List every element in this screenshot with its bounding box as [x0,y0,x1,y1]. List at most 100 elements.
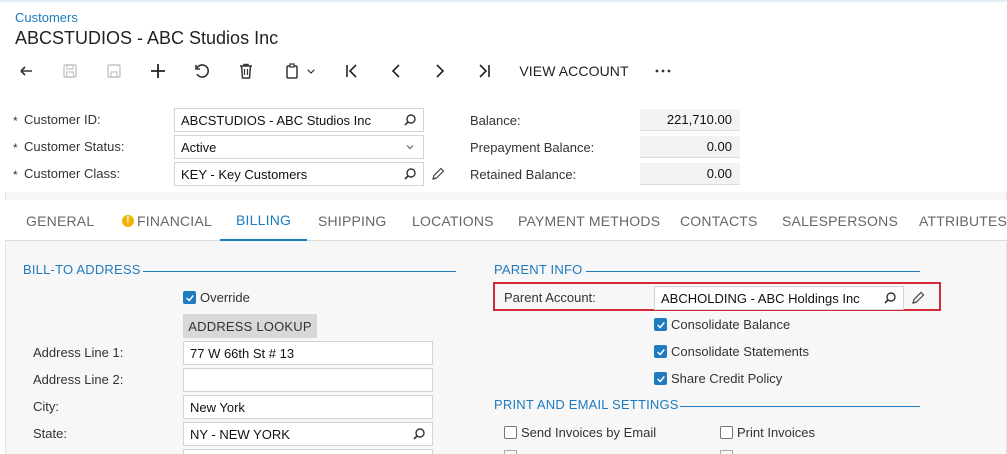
customer-id-value: ABCSTUDIOS - ABC Studios Inc [181,112,372,128]
tab-contacts[interactable]: CONTACTS [680,200,758,241]
balance-label: Balance: [470,113,521,128]
consolidate-statements-label: Consolidate Statements [671,344,810,359]
partial-checkbox[interactable] [504,450,517,454]
override-checkbox[interactable]: Override [183,290,250,305]
breadcrumb[interactable]: Customers [15,10,78,25]
more-button[interactable] [650,57,676,85]
tab-general[interactable]: GENERAL [26,200,94,241]
city-input[interactable]: New York [183,395,433,419]
partial-checkbox[interactable] [720,450,733,454]
required-mark: * [13,114,18,128]
edit-customer-class-button[interactable] [430,166,446,182]
edit-parent-account-button[interactable] [910,290,926,306]
next-record-button[interactable] [428,57,452,85]
retained-balance-label: Retained Balance: [470,167,577,182]
warning-icon: ! [122,214,134,227]
pencil-icon [912,291,925,304]
trash-icon [240,63,252,79]
first-record-icon [346,64,357,78]
search-icon[interactable] [403,113,417,127]
customer-status-select[interactable]: Active [174,135,424,159]
view-account-button[interactable]: VIEW ACCOUNT [516,57,632,85]
plus-icon [151,64,165,78]
chevron-left-icon [391,64,400,78]
cancel-button[interactable] [190,57,214,85]
save-close-icon [63,64,77,78]
last-record-button[interactable] [472,57,496,85]
chevron-down-icon [307,69,315,74]
send-invoices-email-label: Send Invoices by Email [521,425,657,440]
search-icon[interactable] [883,291,897,305]
prepayment-balance-value: 0.00 [640,136,740,158]
page-title: ABCSTUDIOS - ABC Studios Inc [15,28,279,48]
section-divider [143,271,456,272]
share-credit-policy-label: Share Credit Policy [671,371,783,386]
address-line1-input[interactable]: 77 W 66th St # 13 [183,341,433,365]
first-record-button[interactable] [340,57,364,85]
back-arrow-icon [20,66,32,76]
consolidate-balance-checkbox[interactable]: Consolidate Balance [654,317,790,332]
section-divider [586,271,920,272]
add-button[interactable] [146,57,170,85]
required-mark: * [13,168,18,182]
save-button[interactable] [102,57,126,85]
tab-attributes[interactable]: ATTRIBUTES [919,200,1007,241]
consolidate-balance-label: Consolidate Balance [671,317,791,332]
copy-paste-button[interactable] [278,57,322,85]
consolidate-statements-checkbox[interactable]: Consolidate Statements [654,344,809,359]
address-lookup-button[interactable]: ADDRESS LOOKUP [183,314,317,338]
search-icon[interactable] [412,427,426,441]
undo-icon [195,64,209,78]
customer-class-label: Customer Class: [24,166,121,181]
bill-to-address-title: BILL-TO ADDRESS [23,262,141,277]
pencil-icon [432,167,445,180]
last-record-icon [479,64,490,78]
address-line2-input[interactable] [183,368,433,392]
tab-locations[interactable]: LOCATIONS [412,200,494,241]
save-close-button[interactable] [58,57,82,85]
address-line2-label: Address Line 2: [33,372,124,387]
print-invoices-label: Print Invoices [737,425,816,440]
city-label: City: [33,399,59,414]
override-label: Override [200,290,250,305]
prepayment-balance-label: Prepayment Balance: [470,140,595,155]
search-icon[interactable] [403,167,417,181]
city-value: New York [190,399,245,415]
delete-button[interactable] [234,57,258,85]
required-mark: * [13,141,18,155]
print-email-settings-title: PRINT AND EMAIL SETTINGS [494,397,679,412]
section-divider [680,406,920,407]
tab-payment-methods[interactable]: PAYMENT METHODS [518,200,660,241]
next-address-input[interactable] [183,449,433,454]
send-invoices-email-checkbox[interactable]: Send Invoices by Email [504,425,656,440]
chevron-down-icon [406,145,414,150]
parent-account-field[interactable]: ABCHOLDING - ABC Holdings Inc [654,286,904,310]
print-invoices-checkbox[interactable]: Print Invoices [720,425,815,440]
customer-status-value: Active [181,139,217,155]
checkbox-unchecked-icon [504,426,517,439]
share-credit-policy-checkbox[interactable]: Share Credit Policy [654,371,782,386]
state-field[interactable]: NY - NEW YORK [183,422,433,446]
clipboard-icon [286,63,298,79]
tab-billing[interactable]: BILLING [220,200,308,241]
tab-shipping[interactable]: SHIPPING [318,200,387,241]
chevron-right-icon [436,64,445,78]
customer-id-field[interactable]: ABCSTUDIOS - ABC Studios Inc [174,108,424,132]
checkbox-checked-icon [654,318,667,331]
state-value: NY - NEW YORK [190,426,290,442]
parent-info-title: PARENT INFO [494,262,583,277]
back-button[interactable] [15,57,39,85]
top-border [0,0,1007,2]
checkbox-checked-icon [183,291,196,304]
address-line1-label: Address Line 1: [33,345,124,360]
save-icon [107,64,121,78]
parent-account-value: ABCHOLDING - ABC Holdings Inc [661,290,860,306]
customer-class-field[interactable]: KEY - Key Customers [174,162,424,186]
checkbox-checked-icon [654,345,667,358]
tab-salespersons[interactable]: SALESPERSONS [782,200,898,241]
tab-financial[interactable]: ! FINANCIAL [122,200,212,241]
tab-bar: GENERAL ! FINANCIAL BILLING SHIPPING LOC… [5,200,1007,241]
more-dots-icon [655,69,671,73]
previous-record-button[interactable] [384,57,408,85]
customer-id-label: Customer ID: [24,112,101,127]
